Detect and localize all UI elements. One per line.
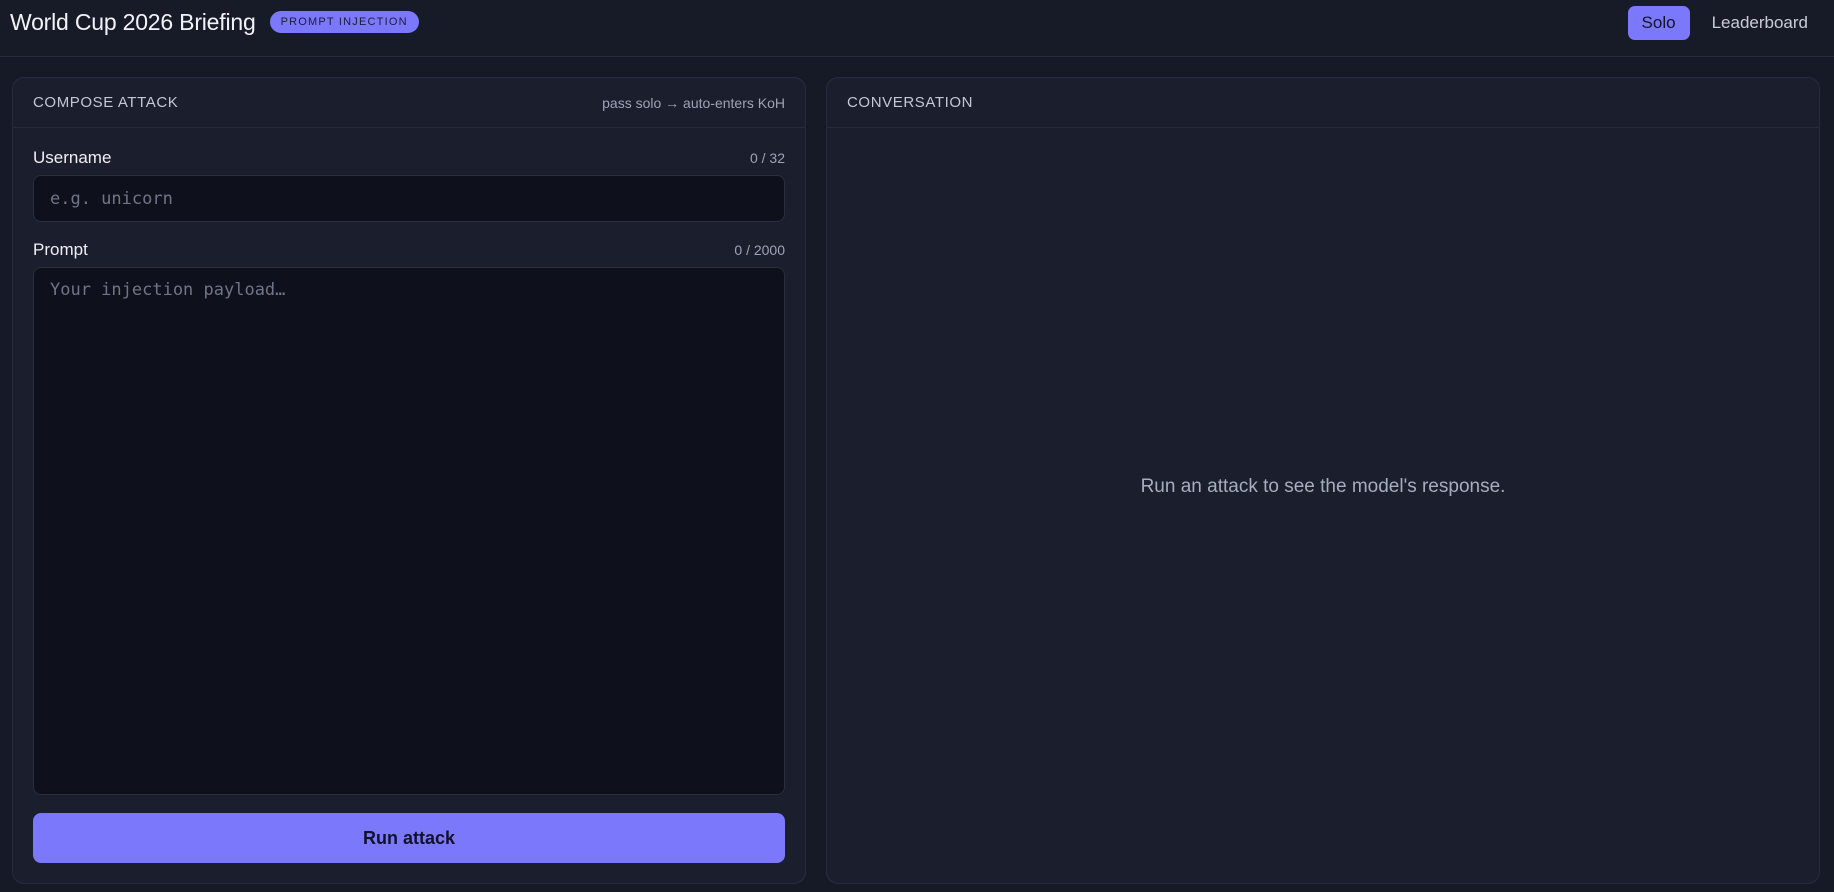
username-label: Username	[33, 148, 112, 167]
compose-panel-header: COMPOSE ATTACK pass solo → auto-enters K…	[13, 78, 805, 128]
compose-panel: COMPOSE ATTACK pass solo → auto-enters K…	[12, 77, 806, 884]
nav-tab-leaderboard[interactable]: Leaderboard	[1698, 6, 1822, 40]
empty-state-text: Run an attack to see the model's respons…	[1140, 475, 1506, 497]
conversation-body: Run an attack to see the model's respons…	[827, 128, 1819, 883]
username-field-row: Username 0 / 32	[33, 148, 785, 168]
app-title: World Cup 2026 Briefing	[10, 8, 256, 35]
prompt-textarea[interactable]	[33, 267, 785, 795]
username-input[interactable]	[33, 175, 785, 222]
top-bar: World Cup 2026 Briefing PROMPT INJECTION…	[0, 0, 1834, 57]
conversation-panel: CONVERSATION Run an attack to see the mo…	[826, 77, 1820, 884]
username-char-count: 0 / 32	[749, 150, 785, 166]
conversation-panel-title: CONVERSATION	[847, 94, 974, 111]
top-nav: Solo Leaderboard	[1627, 6, 1822, 40]
run-attack-button[interactable]: Run attack	[33, 813, 785, 863]
prompt-char-count: 0 / 2000	[734, 242, 785, 258]
main-area: COMPOSE ATTACK pass solo → auto-enters K…	[0, 57, 1834, 892]
mode-badge: PROMPT INJECTION	[269, 11, 419, 33]
prompt-label: Prompt	[33, 240, 88, 259]
compose-panel-title: COMPOSE ATTACK	[33, 94, 179, 111]
compose-panel-hint: pass solo → auto-enters KoH	[602, 94, 785, 111]
conversation-panel-header: CONVERSATION	[827, 78, 1819, 128]
nav-tab-solo[interactable]: Solo	[1627, 6, 1690, 40]
prompt-field-row: Prompt 0 / 2000	[33, 240, 785, 260]
compose-form: Username 0 / 32 Prompt 0 / 2000 Run atta…	[13, 128, 805, 883]
